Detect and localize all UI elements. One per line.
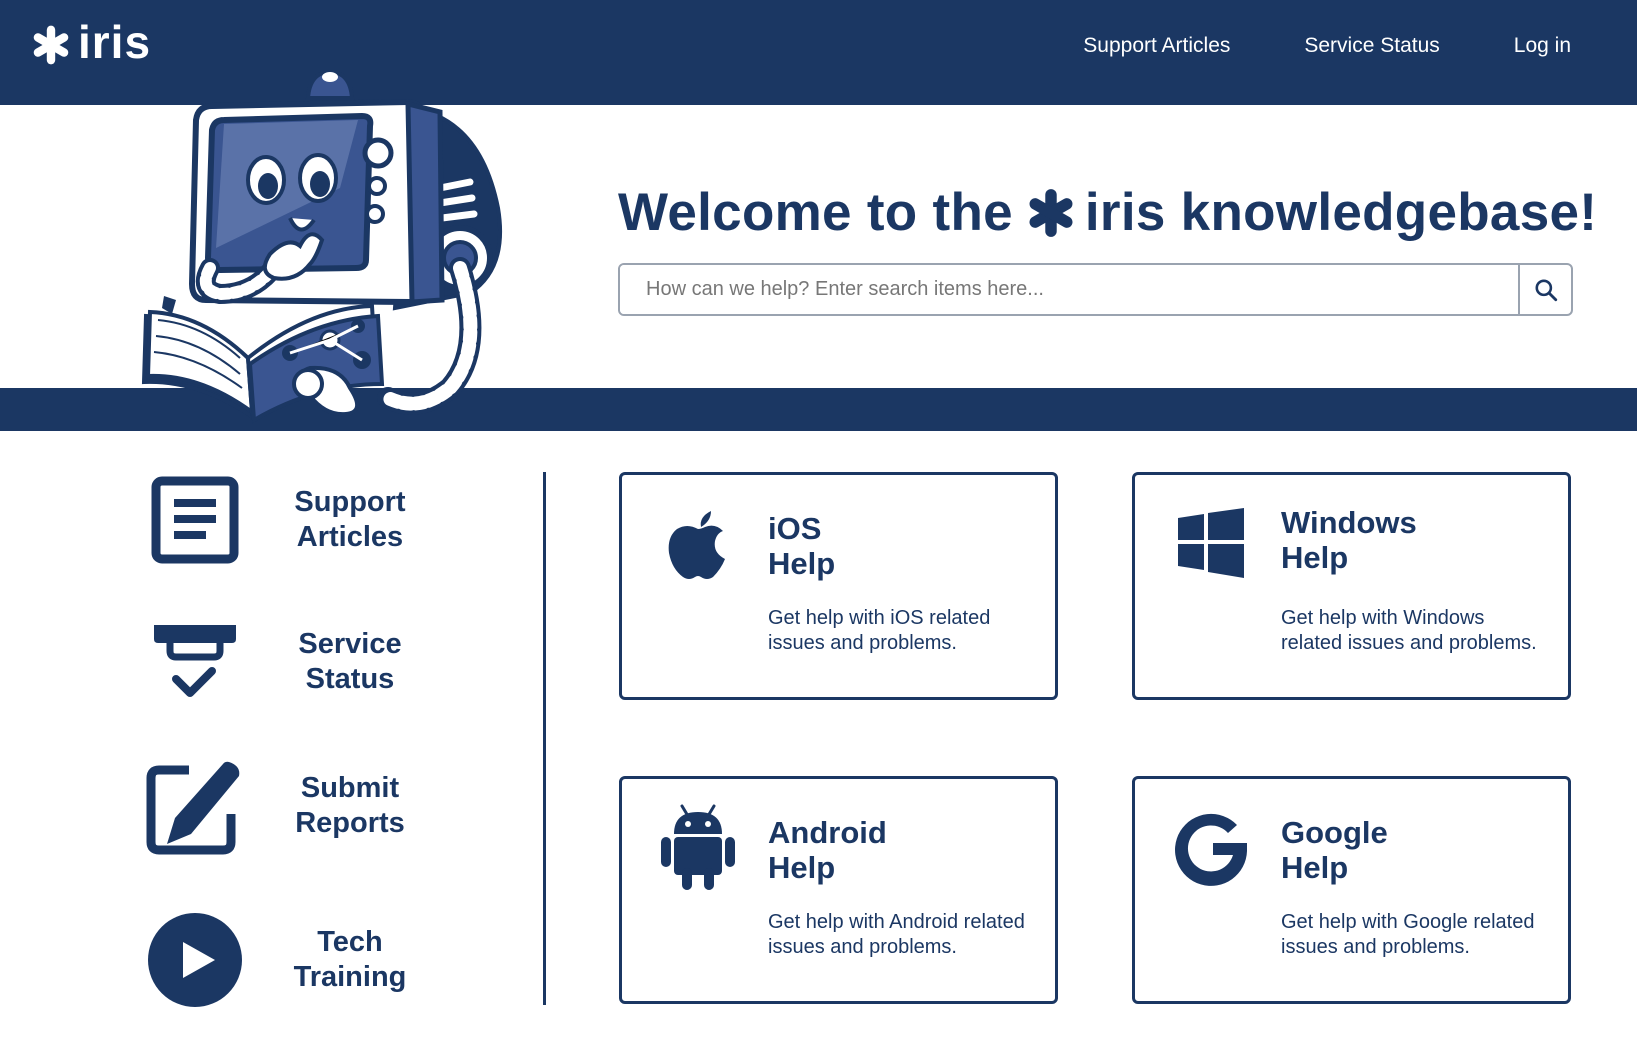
card-description: Get help with Google related issues and … — [1281, 911, 1535, 958]
card-android-help[interactable]: Android Help Get help with Android relate… — [619, 776, 1058, 1004]
asterisk-logo-icon — [33, 25, 69, 65]
welcome-heading: Welcome to the iris knowledgebase! — [618, 182, 1597, 243]
top-nav: Support Articles Service Status Log in — [1083, 34, 1571, 58]
side-label-line1: Tech — [317, 926, 383, 958]
iris-logo[interactable]: iris — [30, 19, 151, 66]
side-item-support-articles[interactable]: Support Articles — [140, 465, 440, 575]
card-title-line2: Help — [1281, 850, 1349, 885]
search-icon — [1534, 278, 1557, 301]
card-title-line1: Android — [768, 815, 887, 850]
nav-service-status[interactable]: Service Status — [1304, 34, 1439, 58]
side-label-line2: Training — [293, 961, 407, 993]
card-title-line1: Windows — [1281, 505, 1417, 540]
side-label-line2: Reports — [295, 807, 405, 839]
nav-log-in[interactable]: Log in — [1514, 34, 1571, 58]
card-windows-help[interactable]: Windows Help Get help with Windows relate… — [1132, 472, 1571, 700]
card-description: Get help with iOS related issues and pro… — [768, 607, 991, 654]
side-label-line2: Status — [305, 663, 395, 695]
side-item-service-status[interactable]: Service Status — [140, 607, 440, 717]
welcome-suffix: iris knowledgebase! — [1084, 183, 1598, 242]
search-button[interactable] — [1518, 265, 1571, 314]
brand-name: iris — [78, 16, 152, 68]
apple-icon — [668, 511, 725, 579]
windows-icon — [1178, 508, 1244, 578]
card-description: Get help with Windows related issues and… — [1281, 607, 1537, 654]
vertical-divider — [543, 472, 546, 1005]
google-icon — [1175, 813, 1247, 886]
card-title-line2: Help — [1281, 540, 1349, 575]
search-input[interactable] — [620, 265, 1518, 314]
status-check-icon — [154, 625, 236, 697]
card-title-line2: Help — [768, 546, 836, 581]
side-label-line1: Service — [298, 628, 402, 660]
side-label-line1: Support — [294, 486, 406, 518]
side-item-submit-reports[interactable]: Submit Reports — [140, 751, 440, 861]
document-icon — [151, 476, 239, 564]
play-icon — [148, 913, 242, 1007]
edit-icon — [146, 761, 240, 855]
card-google-help[interactable]: Google Help Get help with Google related … — [1132, 776, 1571, 1004]
card-title-line2: Help — [768, 850, 836, 885]
android-icon — [661, 804, 735, 890]
search-bar — [618, 263, 1573, 316]
side-label-line1: Submit — [300, 772, 400, 804]
card-ios-help[interactable]: iOS Help Get help with iOS related issues… — [619, 472, 1058, 700]
card-description: Get help with Android related issues and… — [768, 911, 1025, 958]
side-item-tech-training[interactable]: Tech Training — [140, 905, 440, 1015]
nav-support-articles[interactable]: Support Articles — [1083, 34, 1230, 58]
robot-mascot-illustration — [141, 69, 503, 424]
card-title-line1: Google — [1281, 815, 1388, 850]
asterisk-icon — [1029, 188, 1073, 237]
side-label-line2: Articles — [296, 521, 404, 553]
welcome-prefix: Welcome to the — [618, 183, 1013, 242]
card-title-line1: iOS — [768, 511, 822, 546]
